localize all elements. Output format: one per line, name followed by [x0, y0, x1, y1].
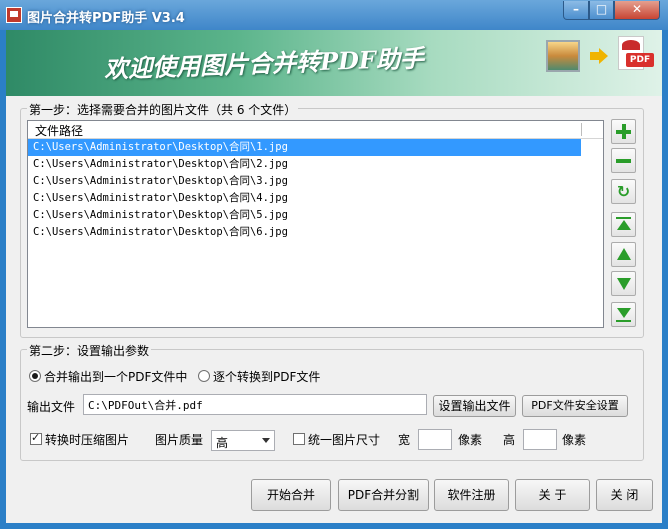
move-up-button[interactable] [611, 242, 636, 267]
title-bar[interactable]: 图片合并转PDF助手 V3.4 – □ ✕ [0, 0, 668, 30]
compress-checkbox[interactable] [30, 431, 42, 445]
quality-label: 图片质量 [155, 433, 204, 447]
move-top-button[interactable] [611, 212, 636, 237]
width-label: 宽 [398, 433, 411, 447]
width-unit: 像素 [458, 433, 483, 447]
height-label: 高 [503, 433, 516, 447]
quality-select[interactable]: 高 [211, 430, 275, 451]
banner-title: 欢迎使用图片合并转PDF助手 [103, 43, 425, 84]
set-output-button[interactable]: 设置输出文件 [433, 395, 516, 417]
quality-value: 高 [216, 436, 229, 450]
window-title: 图片合并转PDF助手 V3.4 [27, 11, 185, 26]
pdf-split-button[interactable]: PDF合并分割 [338, 479, 429, 511]
list-item[interactable]: C:\Users\Administrator\Desktop\合同\1.jpg [28, 139, 581, 156]
list-header[interactable]: 文件路径 [28, 121, 603, 139]
list-item[interactable]: C:\Users\Administrator\Desktop\合同\2.jpg [28, 156, 603, 173]
image-icon [546, 40, 580, 72]
list-item[interactable]: C:\Users\Administrator\Desktop\合同\6.jpg [28, 224, 603, 241]
pdf-file-icon: PDF [614, 36, 654, 76]
app-window: 图片合并转PDF助手 V3.4 – □ ✕ 欢迎使用图片合并转PDF助手 PDF… [0, 0, 668, 529]
refresh-button[interactable]: ↻ [611, 179, 636, 204]
each-radio[interactable] [198, 370, 210, 382]
move-up-icon [612, 243, 635, 266]
output-file-label: 输出文件 [27, 400, 76, 414]
height-unit: 像素 [562, 433, 587, 447]
list-item[interactable]: C:\Users\Administrator\Desktop\合同\5.jpg [28, 207, 603, 224]
add-file-button[interactable] [611, 119, 636, 144]
column-separator[interactable] [581, 123, 582, 136]
about-button[interactable]: 关 于 [515, 479, 590, 511]
start-merge-button[interactable]: 开始合并 [251, 479, 331, 511]
minimize-button[interactable]: – [563, 1, 589, 20]
step2-legend: 第二步：设置输出参数 [27, 342, 152, 359]
column-file-path[interactable]: 文件路径 [35, 122, 83, 139]
compress-label[interactable]: 转换时压缩图片 [45, 431, 129, 448]
move-bottom-button[interactable] [611, 302, 636, 327]
add-icon [612, 120, 635, 143]
close-window-button[interactable]: ✕ [614, 1, 660, 20]
unify-size-label[interactable]: 统一图片尺寸 [308, 431, 380, 448]
pdf-label: PDF [626, 53, 654, 67]
list-item[interactable]: C:\Users\Administrator\Desktop\合同\3.jpg [28, 173, 603, 190]
client-area: 欢迎使用图片合并转PDF助手 PDF 第一步：选择需要合并的图片文件（共 6 个… [6, 30, 662, 523]
move-top-icon [612, 213, 635, 236]
list-item[interactable]: C:\Users\Administrator\Desktop\合同\4.jpg [28, 190, 603, 207]
refresh-icon: ↻ [616, 182, 631, 201]
app-logo-icon [6, 7, 22, 23]
move-bottom-icon [612, 303, 635, 326]
merge-radio[interactable] [29, 370, 41, 382]
move-down-button[interactable] [611, 271, 636, 296]
chevron-down-icon [262, 438, 270, 443]
register-button[interactable]: 软件注册 [434, 479, 509, 511]
width-input[interactable] [418, 429, 452, 450]
banner: 欢迎使用图片合并转PDF助手 PDF [6, 30, 662, 96]
unify-size-checkbox[interactable] [293, 433, 305, 445]
output-file-input[interactable]: C:\PDFOut\合并.pdf [83, 394, 427, 415]
remove-file-button[interactable] [611, 148, 636, 173]
merge-radio-label[interactable]: 合并输出到一个PDF文件中 [44, 368, 187, 385]
maximize-button[interactable]: □ [589, 1, 614, 20]
move-down-icon [612, 272, 635, 295]
file-rows: C:\Users\Administrator\Desktop\合同\1.jpg … [28, 139, 603, 241]
height-input[interactable] [523, 429, 557, 450]
step1-legend: 第一步：选择需要合并的图片文件（共 6 个文件） [27, 101, 299, 118]
each-radio-label[interactable]: 逐个转换到PDF文件 [213, 368, 320, 385]
pdf-security-button[interactable]: PDF文件安全设置 [522, 395, 628, 417]
exit-button[interactable]: 关 闭 [596, 479, 653, 511]
remove-icon [612, 149, 635, 172]
file-list[interactable]: 文件路径 C:\Users\Administrator\Desktop\合同\1… [27, 120, 604, 328]
